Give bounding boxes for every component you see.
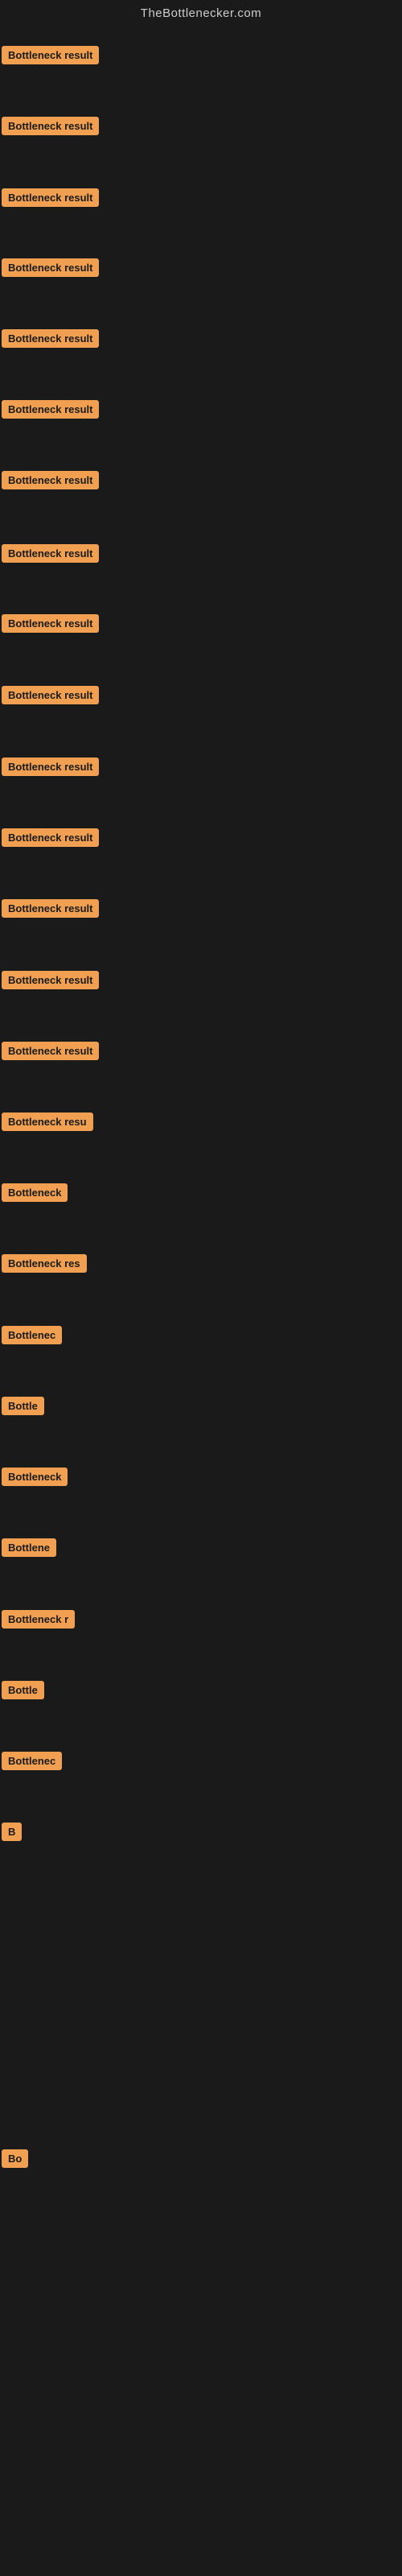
bottleneck-badge[interactable]: Bottleneck result xyxy=(2,258,99,277)
bottleneck-item[interactable]: Bottleneck result xyxy=(0,329,402,348)
bottleneck-item[interactable]: Bottleneck resu xyxy=(0,1113,402,1131)
bottleneck-badge[interactable]: Bottleneck result xyxy=(2,46,99,64)
bottleneck-badge[interactable]: Bottleneck xyxy=(2,1468,68,1486)
bottleneck-badge[interactable]: Bottleneck resu xyxy=(2,1113,93,1131)
bottleneck-item[interactable]: Bottlenec xyxy=(0,1326,402,1344)
bottleneck-badge[interactable]: B xyxy=(2,1823,22,1841)
bottleneck-badge[interactable]: Bottleneck result xyxy=(2,544,99,563)
bottleneck-badge[interactable]: Bottle xyxy=(2,1681,44,1699)
bottleneck-badge[interactable]: Bottle xyxy=(2,1397,44,1415)
bottleneck-item[interactable]: Bottlene xyxy=(0,1538,402,1557)
bottleneck-badge[interactable]: Bottleneck result xyxy=(2,686,99,704)
bottleneck-badge[interactable]: Bottleneck result xyxy=(2,117,99,135)
bottleneck-item[interactable]: Bo xyxy=(0,2149,402,2168)
bottleneck-badge[interactable]: Bottleneck result xyxy=(2,828,99,847)
bottleneck-item[interactable]: Bottle xyxy=(0,1397,402,1415)
bottleneck-item[interactable]: Bottleneck result xyxy=(0,471,402,489)
bottleneck-badge[interactable]: Bottleneck result xyxy=(2,971,99,989)
bottleneck-badge[interactable]: Bottleneck result xyxy=(2,899,99,918)
bottleneck-badge[interactable]: Bottleneck result xyxy=(2,400,99,419)
bottleneck-item[interactable]: Bottleneck result xyxy=(0,686,402,704)
bottleneck-item[interactable]: Bottleneck result xyxy=(0,400,402,419)
bottleneck-item[interactable]: Bottleneck res xyxy=(0,1254,402,1273)
site-title: TheBottlenecker.com xyxy=(141,6,261,20)
bottleneck-badge[interactable]: Bottleneck result xyxy=(2,614,99,633)
bottleneck-item[interactable]: Bottleneck result xyxy=(0,1042,402,1060)
bottleneck-item[interactable]: Bottleneck result xyxy=(0,258,402,277)
bottleneck-badge[interactable]: Bottlene xyxy=(2,1538,56,1557)
bottleneck-badge[interactable]: Bottleneck result xyxy=(2,188,99,207)
bottleneck-item[interactable]: Bottleneck xyxy=(0,1468,402,1486)
bottleneck-badge[interactable]: Bo xyxy=(2,2149,28,2168)
bottleneck-item[interactable]: Bottleneck result xyxy=(0,828,402,847)
bottleneck-item[interactable]: Bottleneck result xyxy=(0,971,402,989)
bottleneck-item[interactable]: Bottleneck result xyxy=(0,899,402,918)
bottleneck-badge[interactable]: Bottleneck r xyxy=(2,1610,75,1629)
bottleneck-badge[interactable]: Bottleneck result xyxy=(2,329,99,348)
bottleneck-item[interactable]: Bottlenec xyxy=(0,1752,402,1770)
bottleneck-item[interactable]: B xyxy=(0,1823,402,1841)
bottleneck-item[interactable]: Bottleneck result xyxy=(0,758,402,776)
bottleneck-item[interactable]: Bottleneck result xyxy=(0,188,402,207)
bottleneck-item[interactable]: Bottleneck result xyxy=(0,614,402,633)
bottleneck-item[interactable]: Bottle xyxy=(0,1681,402,1699)
bottleneck-badge[interactable]: Bottlenec xyxy=(2,1326,62,1344)
bottleneck-item[interactable]: Bottleneck result xyxy=(0,544,402,563)
bottleneck-badge[interactable]: Bottleneck xyxy=(2,1183,68,1202)
bottleneck-badge[interactable]: Bottleneck result xyxy=(2,758,99,776)
bottleneck-item[interactable]: Bottleneck xyxy=(0,1183,402,1202)
site-header: TheBottlenecker.com xyxy=(0,0,402,31)
bottleneck-badge[interactable]: Bottleneck result xyxy=(2,1042,99,1060)
bottleneck-item[interactable]: Bottleneck result xyxy=(0,46,402,64)
bottleneck-item[interactable]: Bottleneck result xyxy=(0,117,402,135)
bottleneck-item[interactable]: Bottleneck r xyxy=(0,1610,402,1629)
bottleneck-badge[interactable]: Bottleneck result xyxy=(2,471,99,489)
bottleneck-badge[interactable]: Bottlenec xyxy=(2,1752,62,1770)
bottleneck-badge[interactable]: Bottleneck res xyxy=(2,1254,87,1273)
